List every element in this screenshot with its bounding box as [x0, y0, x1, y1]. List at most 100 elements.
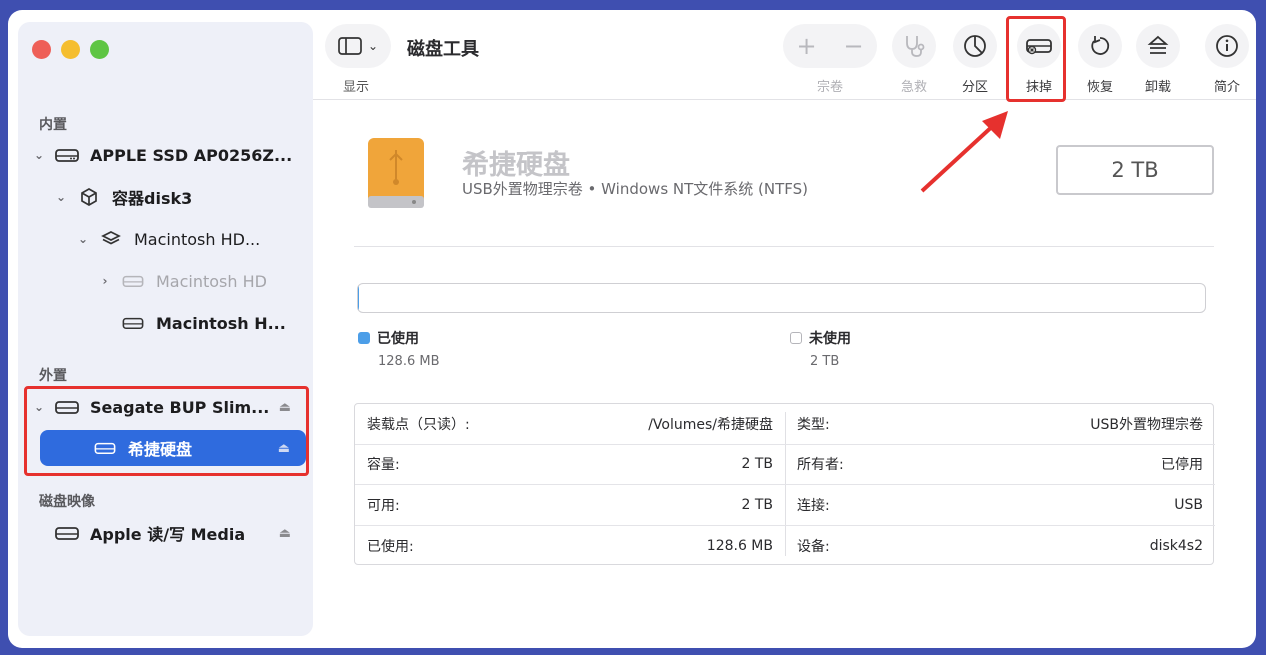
- info-key: 所有者:: [797, 457, 844, 474]
- sidebar-item-macintosh-hd-group[interactable]: ⌄ Macintosh HD...: [76, 221, 306, 257]
- restore-icon: [1091, 36, 1110, 55]
- disk-description: USB外置物理宗卷 • Windows NT文件系统 (NTFS): [462, 180, 809, 198]
- sidebar-icon: [338, 37, 362, 55]
- info-row-type: 类型: USB外置物理宗卷: [785, 404, 1215, 445]
- disk-size-badge: 2 TB: [1056, 145, 1214, 195]
- pie-chart-icon: [964, 35, 986, 57]
- info-row-available: 可用: 2 TB: [355, 485, 785, 526]
- chevron-down-icon[interactable]: ⌄: [76, 232, 90, 246]
- info-row-capacity: 容量: 2 TB: [355, 445, 785, 485]
- info-icon: [1216, 35, 1238, 57]
- info-value: 已停用: [1161, 457, 1203, 474]
- disk-name: 希捷硬盘: [462, 150, 570, 181]
- info-value: USB外置物理宗卷: [1090, 416, 1203, 433]
- info-button[interactable]: [1205, 24, 1249, 68]
- drive-icon: [120, 271, 146, 291]
- legend-used: 已使用: [358, 328, 419, 348]
- first-aid-button[interactable]: [892, 24, 936, 68]
- info-value: 2 TB: [741, 456, 773, 473]
- drive-icon: [54, 523, 80, 543]
- partition-label: 分区: [961, 80, 988, 95]
- info-row-mount-point: 装载点（只读）: /Volumes/希捷硬盘: [355, 404, 785, 445]
- unmount-button[interactable]: [1136, 24, 1180, 68]
- volume-label: 宗卷: [816, 80, 843, 95]
- info-column-left: 装载点（只读）: /Volumes/希捷硬盘 容量: 2 TB 可用: 2 TB…: [355, 404, 785, 564]
- highlight-box-erase: [1006, 16, 1066, 102]
- sidebar-item-apple-media[interactable]: Apple 读/写 Media ⏏: [54, 515, 307, 551]
- info-value: USB: [1174, 496, 1203, 513]
- info-key: 容量:: [367, 457, 400, 474]
- sidebar-item-container-disk3[interactable]: ⌄ 容器disk3: [54, 179, 304, 215]
- minimize-window-button[interactable]: [61, 40, 80, 59]
- sidebar-item-label: 容器disk3: [112, 189, 193, 208]
- info-row-owners: 所有者: 已停用: [785, 445, 1215, 485]
- eject-icon[interactable]: ⏏: [279, 526, 291, 541]
- info-column-right: 类型: USB外置物理宗卷 所有者: 已停用 连接: USB 设备: disk4…: [785, 404, 1215, 564]
- section-disk-images: 磁盘映像: [39, 494, 95, 510]
- sidebar-item-label: Macintosh HD...: [134, 229, 261, 249]
- disk-utility-window: 内置 ⌄ APPLE SSD AP0256Z... ⌄ 容器disk3 ⌄ Ma…: [8, 10, 1256, 648]
- app-title: 磁盘工具: [407, 39, 479, 60]
- info-row-device: 设备: disk4s2: [785, 526, 1215, 567]
- drive-icon: [120, 313, 146, 333]
- sidebar-item-label: Apple 读/写 Media: [90, 525, 246, 544]
- close-window-button[interactable]: [32, 40, 51, 59]
- sidebar-item-macintosh-hd[interactable]: › Macintosh HD: [98, 263, 308, 299]
- volume-button-group: + −: [783, 24, 877, 68]
- info-value: disk4s2: [1149, 537, 1203, 554]
- zoom-window-button[interactable]: [90, 40, 109, 59]
- info-row-used: 已使用: 128.6 MB: [355, 526, 785, 567]
- info-key: 连接:: [797, 497, 830, 514]
- sidebar: 内置 ⌄ APPLE SSD AP0256Z... ⌄ 容器disk3 ⌄ Ma…: [18, 22, 313, 636]
- info-label: 简介: [1213, 80, 1240, 95]
- chevron-down-icon[interactable]: ⌄: [32, 148, 46, 162]
- partition-button[interactable]: [953, 24, 997, 68]
- info-table: 装载点（只读）: /Volumes/希捷硬盘 容量: 2 TB 可用: 2 TB…: [354, 403, 1215, 565]
- usage-bar: [357, 283, 1206, 313]
- sidebar-item-label: Macintosh HD: [156, 271, 267, 291]
- remove-volume-button[interactable]: −: [830, 32, 877, 60]
- sidebar-item-apple-ssd[interactable]: ⌄ APPLE SSD AP0256Z...: [32, 137, 307, 173]
- info-value: 2 TB: [741, 496, 773, 513]
- volume-stack-icon: [98, 229, 124, 249]
- annotation-arrow: [920, 111, 1008, 193]
- legend-free: 未使用: [790, 328, 851, 348]
- info-value: /Volumes/希捷硬盘: [648, 416, 773, 433]
- legend-used-label: 已使用: [377, 331, 419, 347]
- view-menu-button[interactable]: ⌄: [325, 24, 391, 68]
- section-internal: 内置: [39, 117, 67, 133]
- restore-label: 恢复: [1086, 80, 1113, 95]
- info-row-connection: 连接: USB: [785, 485, 1215, 526]
- divider: [354, 246, 1214, 247]
- info-key: 已使用:: [367, 538, 414, 555]
- info-key: 装载点（只读）:: [367, 416, 470, 433]
- info-key: 设备:: [797, 538, 830, 555]
- legend-free-value: 2 TB: [810, 354, 840, 369]
- free-swatch: [790, 332, 802, 344]
- add-volume-button[interactable]: +: [783, 32, 830, 60]
- sidebar-item-label: Macintosh H...: [156, 313, 286, 333]
- unmount-label: 卸载: [1144, 80, 1171, 95]
- view-label: 显示: [343, 80, 370, 95]
- restore-button[interactable]: [1078, 24, 1122, 68]
- legend-used-value: 128.6 MB: [378, 354, 440, 369]
- chevron-right-icon[interactable]: ›: [98, 274, 112, 288]
- section-external: 外置: [39, 368, 67, 384]
- chevron-down-icon: ⌄: [367, 39, 379, 53]
- chevron-down-icon[interactable]: ⌄: [54, 190, 68, 204]
- toolbar: ⌄ 显示 磁盘工具 + − 宗卷 急救 分区 抹掉 恢复 卸载 简介: [313, 10, 1256, 102]
- info-key: 类型:: [797, 416, 830, 433]
- legend-free-label: 未使用: [809, 331, 851, 347]
- external-disk-icon: [366, 136, 426, 210]
- sidebar-item-macintosh-hd-data[interactable]: Macintosh H...: [120, 305, 310, 341]
- first-aid-label: 急救: [900, 80, 927, 95]
- drive-icon: [54, 145, 80, 165]
- sidebar-item-label: APPLE SSD AP0256Z...: [90, 145, 293, 165]
- container-icon: [76, 187, 102, 207]
- highlight-box-sidebar: [24, 386, 309, 476]
- info-key: 可用:: [367, 497, 400, 514]
- window-controls: [32, 40, 109, 59]
- used-swatch: [358, 332, 370, 344]
- stethoscope-icon: [906, 36, 925, 57]
- unmount-icon: [1147, 35, 1169, 54]
